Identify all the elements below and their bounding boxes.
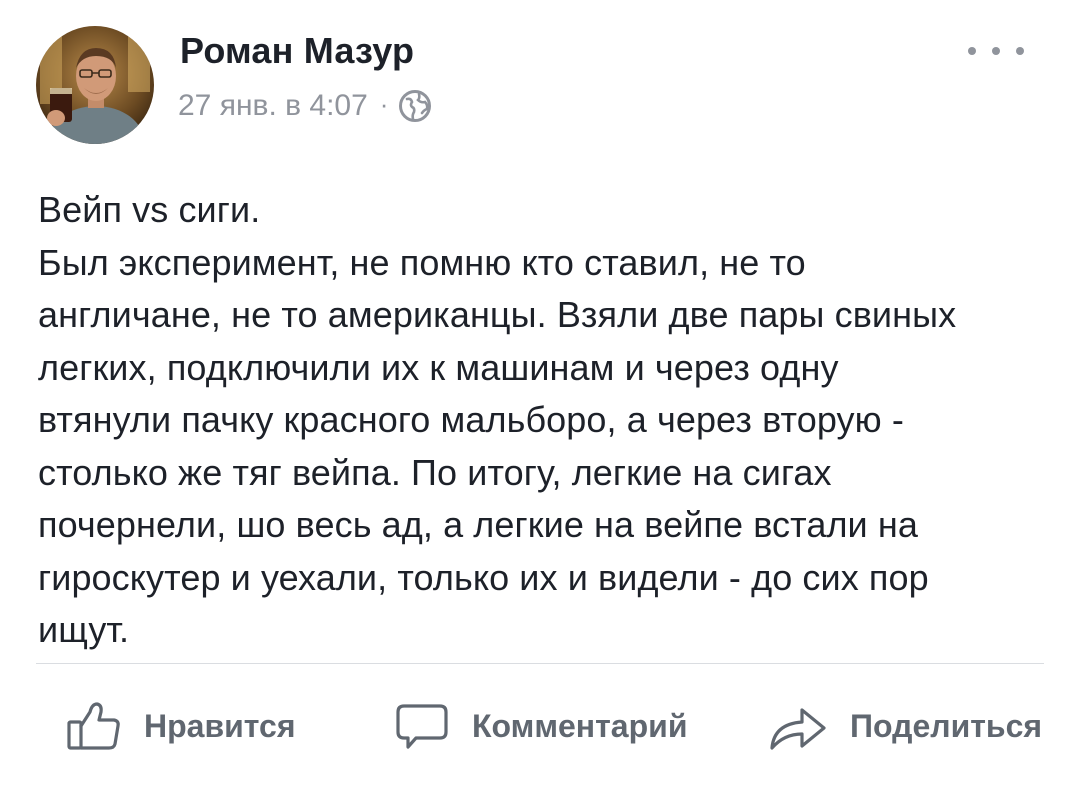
more-dot [968, 47, 976, 55]
more-dot [1016, 47, 1024, 55]
post-text-line: почернели, шо весь ад, а легкие на вейпе… [38, 504, 918, 545]
divider [36, 663, 1044, 664]
globe-icon[interactable] [398, 89, 432, 123]
post-text-line: столько же тяг вейпа. По итогу, легкие н… [38, 451, 832, 493]
post-header: Роман Мазур 27 янв. в 4:07 · [36, 26, 1046, 150]
author-name[interactable]: Роман Мазур [180, 30, 414, 72]
more-options-icon[interactable] [968, 36, 1024, 66]
share-button[interactable]: Поделиться [768, 686, 1042, 766]
post-body: Вейп vs сиги. Был эксперимент, не помню … [38, 184, 1048, 657]
avatar[interactable] [36, 26, 154, 144]
meta-separator: · [379, 88, 389, 119]
more-dot [992, 47, 1000, 55]
post-text-line: ищут. [38, 609, 130, 650]
comment-label: Комментарий [472, 707, 688, 744]
share-arrow-icon [770, 708, 826, 750]
post-timestamp[interactable]: 27 янв. в 4:07 [178, 89, 368, 123]
post-text-line: втянули пачку красного мальборо, а через… [38, 399, 904, 440]
thumbs-up-icon [67, 702, 120, 750]
post-text-line: англичане, не то американцы. Взяли две п… [38, 294, 957, 335]
post-meta: 27 янв. в 4:07 · [178, 86, 432, 126]
action-bar: Нравится Комментарий Поделиться [36, 686, 1044, 766]
like-button[interactable]: Нравится [66, 686, 296, 766]
post-text-line: легких, подключили их к машинам и через … [38, 346, 839, 388]
share-label: Поделиться [850, 707, 1043, 744]
comment-button[interactable]: Комментарий [394, 686, 687, 766]
post-text-line: гироскутер и уехали, только их и видели … [38, 556, 929, 598]
facebook-post: Роман Мазур 27 янв. в 4:07 · Вейп vs сиг… [0, 0, 1080, 800]
post-text-line: Был эксперимент, не помню кто ставил, не… [38, 241, 806, 283]
avatar-photo [36, 26, 154, 144]
post-text-line: Вейп vs сиги. [38, 189, 261, 230]
comment-bubble-icon [396, 704, 448, 749]
like-label: Нравится [144, 707, 296, 744]
